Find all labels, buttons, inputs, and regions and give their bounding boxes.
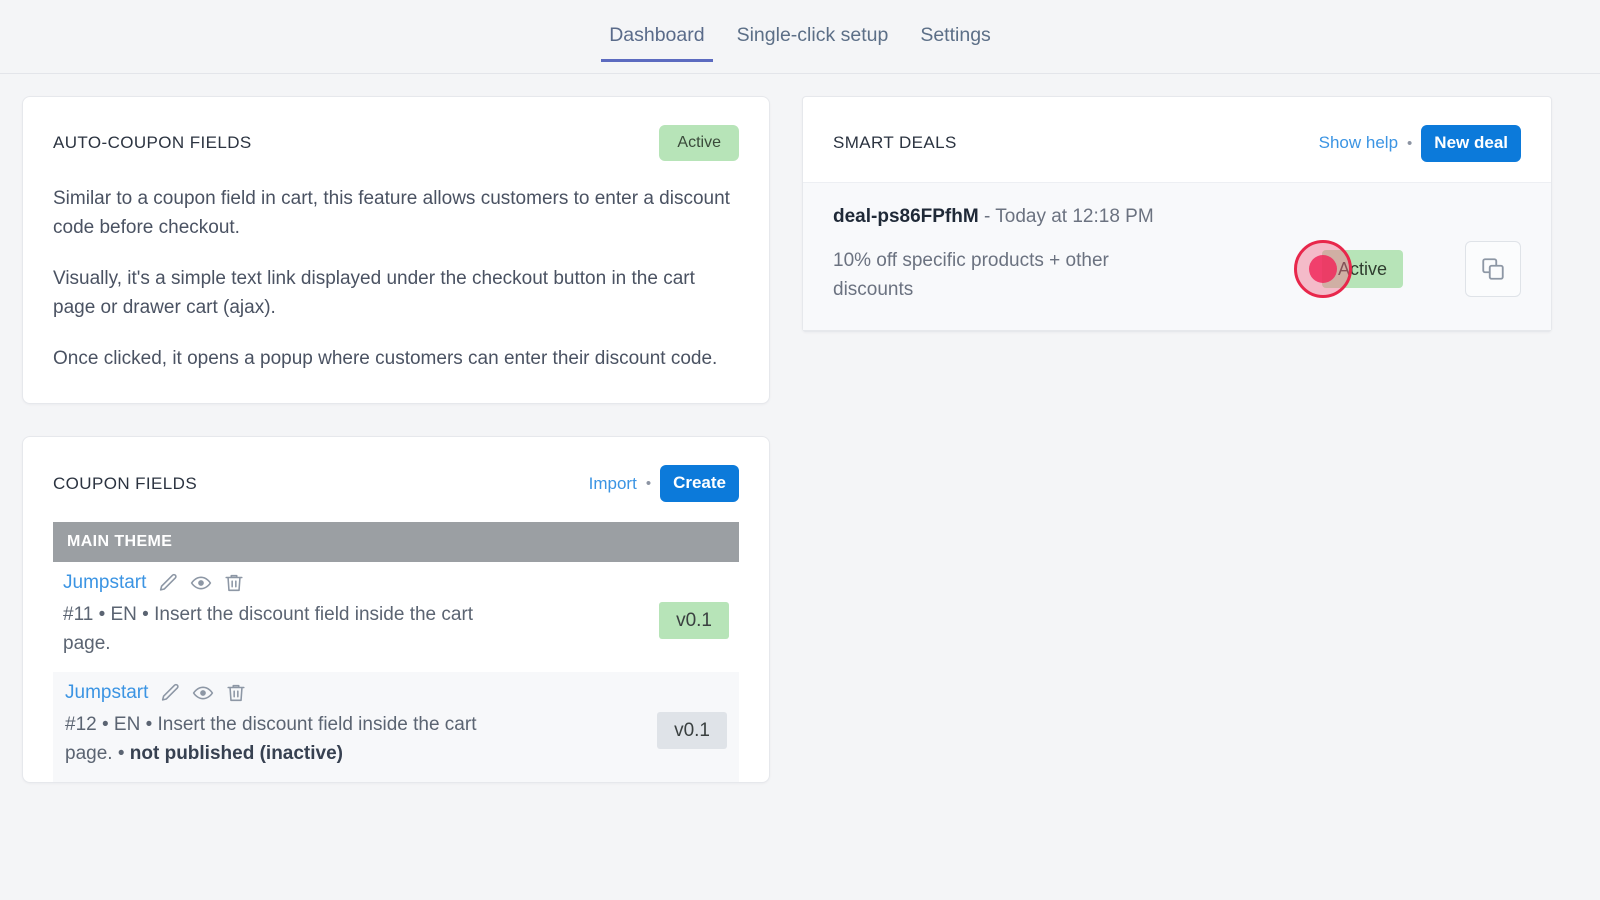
new-deal-button[interactable]: New deal xyxy=(1421,125,1521,162)
delete-icon[interactable] xyxy=(225,682,247,704)
theme-group-header: MAIN THEME xyxy=(53,522,739,563)
auto-coupon-paragraph-1: Similar to a coupon field in cart, this … xyxy=(53,188,730,238)
smart-deal-description: 10% off specific products + other discou… xyxy=(833,250,1109,300)
coupon-field-status-text: not published (inactive) xyxy=(129,742,343,764)
coupon-field-link[interactable]: Jumpstart xyxy=(65,682,148,704)
smart-deals-separator: • xyxy=(1407,134,1413,152)
coupon-field-header: Jumpstart xyxy=(63,572,643,594)
duplicate-deal-button[interactable] xyxy=(1465,240,1521,297)
edit-icon[interactable] xyxy=(159,682,181,704)
preview-icon[interactable] xyxy=(190,572,212,594)
auto-coupon-card-header: AUTO-COUPON FIELDS Active xyxy=(23,97,769,181)
coupon-fields-card: COUPON FIELDS Import • Create MAIN THEME… xyxy=(22,436,770,784)
coupon-field-description: #11 • EN • Insert the discount field ins… xyxy=(63,601,503,658)
coupon-fields-list: MAIN THEME Jumpstart #11 • EN • Insert t… xyxy=(23,522,769,783)
coupon-field-row[interactable]: Jumpstart xyxy=(53,672,739,783)
coupon-field-main: Jumpstart xyxy=(53,572,643,658)
coupon-field-description-text: #11 • EN • Insert the discount field ins… xyxy=(63,604,474,654)
auto-coupon-paragraph-3: Once clicked, it opens a popup where cus… xyxy=(53,347,718,369)
coupon-fields-card-header: COUPON FIELDS Import • Create xyxy=(23,437,769,522)
auto-coupon-card-body: Similar to a coupon field in cart, this … xyxy=(23,181,769,403)
smart-deal-status-badge[interactable]: Active xyxy=(1293,239,1403,298)
coupon-fields-separator: • xyxy=(645,475,652,493)
smart-deal-status-label: Active xyxy=(1337,258,1387,279)
click-indicator-dot xyxy=(1308,254,1337,283)
delete-icon[interactable] xyxy=(223,572,245,594)
coupon-field-main: Jumpstart xyxy=(55,682,641,768)
coupon-field-link[interactable]: Jumpstart xyxy=(63,572,146,594)
auto-coupon-card-title: AUTO-COUPON FIELDS xyxy=(53,133,252,152)
left-column: AUTO-COUPON FIELDS Active Similar to a c… xyxy=(22,96,770,784)
coupon-field-description: #12 • EN • Insert the discount field ins… xyxy=(65,711,505,768)
tab-single-click-setup-label: Single-click setup xyxy=(736,24,889,46)
import-link[interactable]: Import xyxy=(589,474,637,494)
coupon-field-version-badge: v0.1 xyxy=(659,602,729,640)
smart-deal-timestamp-prefix: - xyxy=(978,205,996,227)
smart-deal-title-line: deal-ps86FPfhM - Today at 12:18 PM xyxy=(833,205,1308,230)
auto-coupon-paragraph-2: Visually, it's a simple text link displa… xyxy=(53,267,695,318)
right-column: SMART DEALS Show help • New deal deal-ps… xyxy=(802,96,1552,333)
show-help-link[interactable]: Show help xyxy=(1319,133,1398,153)
coupon-fields-header-actions: Import • Create xyxy=(589,465,739,503)
tab-settings[interactable]: Settings xyxy=(904,0,1006,62)
tab-settings-label: Settings xyxy=(920,24,991,46)
auto-coupon-fields-card: AUTO-COUPON FIELDS Active Similar to a c… xyxy=(22,96,770,405)
smart-deal-info: deal-ps86FPfhM - Today at 12:18 PM 10% o… xyxy=(833,205,1308,305)
coupon-field-version-badge: v0.1 xyxy=(657,712,727,750)
top-navigation: Dashboard Single-click setup Settings xyxy=(0,0,1600,74)
smart-deal-actions: Active xyxy=(1293,205,1521,298)
nav-tab-list: Dashboard Single-click setup Settings xyxy=(593,0,1007,62)
smart-deals-header-actions: Show help • New deal xyxy=(1319,125,1521,162)
smart-deal-name: deal-ps86FPfhM xyxy=(833,205,979,227)
smart-deals-card-title: SMART DEALS xyxy=(833,133,957,153)
page-content: AUTO-COUPON FIELDS Active Similar to a c… xyxy=(0,74,1600,900)
preview-icon[interactable] xyxy=(192,682,214,704)
copy-icon xyxy=(1480,256,1506,282)
tab-single-click-setup[interactable]: Single-click setup xyxy=(721,0,905,62)
auto-coupon-status-badge: Active xyxy=(659,125,739,161)
smart-deals-card: SMART DEALS Show help • New deal deal-ps… xyxy=(802,96,1552,333)
coupon-field-header: Jumpstart xyxy=(65,682,641,704)
smart-deals-card-header: SMART DEALS Show help • New deal xyxy=(803,97,1551,182)
edit-icon[interactable] xyxy=(157,572,179,594)
tab-dashboard-label: Dashboard xyxy=(609,24,705,46)
smart-deal-timestamp: Today at 12:18 PM xyxy=(995,205,1154,227)
tab-dashboard[interactable]: Dashboard xyxy=(593,0,720,62)
coupon-fields-card-title: COUPON FIELDS xyxy=(53,473,198,493)
coupon-field-row[interactable]: Jumpstart xyxy=(53,562,739,672)
smart-deal-row[interactable]: deal-ps86FPfhM - Today at 12:18 PM 10% o… xyxy=(803,181,1551,332)
create-button[interactable]: Create xyxy=(660,465,739,503)
